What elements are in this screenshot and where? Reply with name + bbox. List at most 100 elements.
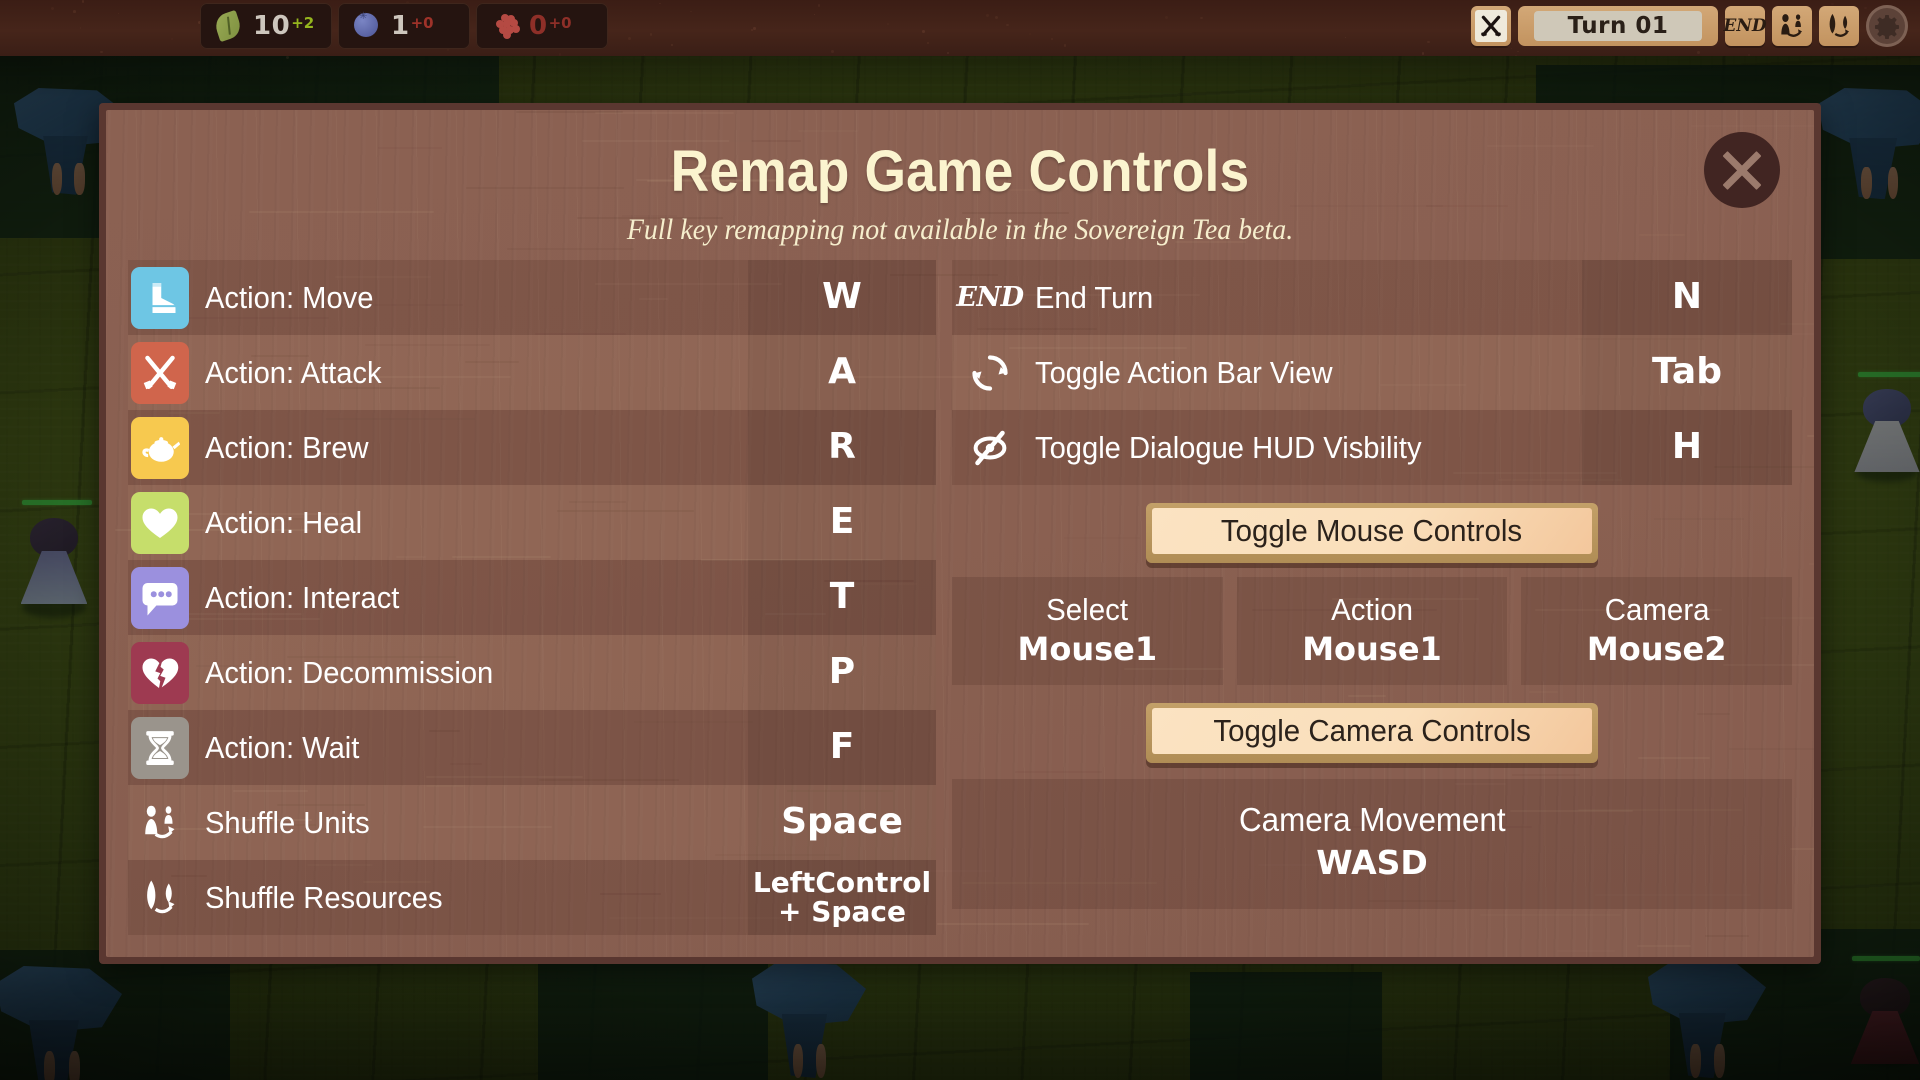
mouse-binding-label: Camera [1604,592,1710,627]
keybinding-row[interactable]: Action: Decommission P [128,635,936,710]
resource-chip[interactable]: 10+2 [200,3,332,49]
dialog-subtitle: Full key remapping not available in the … [626,213,1294,246]
gear-icon [1874,13,1900,39]
keybinding-label: End Turn [1035,279,1154,315]
page-title: Remap Game Controls [670,139,1250,204]
keybinding-label: Toggle Action Bar View [1035,354,1333,390]
toggle-mouse-controls-button[interactable]: Toggle Mouse Controls [1146,503,1598,563]
system-bindings-column: END End Turn N Toggle Action Bar View Tab T… [952,260,1793,947]
speech-bubble-icon [131,566,189,629]
hud-speckle [81,0,84,3]
boot-icon [131,266,189,329]
keybinding-key[interactable]: A [748,335,936,410]
resource-amount: 10+2 [253,11,314,41]
mouse-binding-cell[interactable]: Camera Mouse2 [1521,577,1793,685]
shuffle-resources-icon [1824,11,1854,41]
keybinding-row[interactable]: Toggle Action Bar View Tab [952,335,1792,410]
keybinding-key[interactable]: E [748,485,936,560]
keybinding-key[interactable]: N [1582,260,1792,335]
crossed-swords-icon [131,341,189,404]
keybinding-key[interactable]: Tab [1582,335,1792,410]
hud-speckle [658,2,661,5]
keybinding-row[interactable]: Shuffle Units Space [128,785,936,860]
keybinding-row[interactable]: Action: Heal E [128,485,936,560]
hud-speckle [1006,23,1009,27]
toggle-camera-controls-label: Toggle Camera Controls [1213,712,1531,748]
keybinding-key[interactable]: H [1582,410,1792,485]
keybinding-row[interactable]: Action: Move W [128,260,936,335]
keybinding-label: Action: Brew [205,429,369,465]
camera-controls-button-wrap: Toggle Camera Controls [952,702,1792,763]
toggle-mouse-controls-label: Toggle Mouse Controls [1221,513,1523,548]
keybinding-row[interactable]: Action: Brew R [128,410,936,485]
hud-speckle [1344,36,1346,38]
keybinding-key[interactable]: T [748,560,936,635]
leaf-icon [212,9,244,43]
keybinding-key[interactable]: R [748,410,936,485]
hud-speckle [171,38,173,40]
resource-value: 1 [391,11,410,41]
mouse-controls-button-wrap: Toggle Mouse Controls [952,503,1792,563]
keybinding-row[interactable]: Toggle Dialogue HUD Visbility H [952,410,1792,485]
resource-delta: +0 [410,13,434,32]
blueberry-icon [354,11,380,39]
keybinding-key[interactable]: W [748,260,936,335]
resource-chip[interactable]: 0+0 [476,3,608,49]
keybinding-row[interactable]: END End Turn N [952,260,1792,335]
camera-movement-label: Camera Movement [1238,800,1506,838]
keybinding-row[interactable]: Action: Attack A [128,335,936,410]
hud-speckle [887,23,889,26]
hud-speckle [1050,38,1054,41]
keybinding-label: Shuffle Resources [205,879,443,915]
hud-speckle [1517,50,1519,53]
hud-speckle [1421,52,1425,55]
hud-speckle [649,33,653,37]
mouse-binding-cell[interactable]: Select Mouse1 [952,577,1223,685]
remap-controls-dialog: Remap Game Controls Full key remapping n… [99,103,1821,964]
toggle-camera-controls-button[interactable]: Toggle Camera Controls [1146,702,1598,763]
keybinding-label: Action: Wait [205,729,360,765]
shuffle-units-button[interactable] [1772,6,1812,46]
close-icon[interactable] [1704,132,1780,208]
keybinding-key[interactable]: Space [748,785,936,860]
berry-cluster-icon [492,13,520,39]
eye-slash-icon [955,417,1025,479]
resource-value: 0 [529,11,548,41]
settings-button[interactable] [1866,5,1908,47]
keybinding-key[interactable]: F [748,710,936,785]
keybinding-row[interactable]: Action: Wait F [128,710,936,785]
hud-speckle [670,43,673,46]
hud-speckle [946,51,949,54]
hud-speckle [831,50,835,53]
wood-grain-streak [1691,125,1814,127]
resource-delta: +2 [291,13,315,32]
camera-movement-key: WASD [1316,843,1428,883]
end-turn-button[interactable]: END [1723,6,1767,46]
keybinding-row[interactable]: Shuffle Resources LeftControl + Space [128,860,936,935]
keybinding-key[interactable]: LeftControl + Space [748,860,936,935]
hud-speckle [1747,53,1750,57]
mouse-binding-key: Mouse2 [1586,629,1727,668]
combat-toggle-button[interactable] [1471,6,1511,46]
wood-grain-streak [1557,950,1615,952]
keybinding-label: Action: Heal [205,504,363,540]
wood-grain-streak [798,130,859,132]
resource-value: 10 [253,11,291,41]
action-bindings-list: Action: Move W Action: Attack A Action: Br… [128,260,936,947]
hud-speckle [118,13,120,15]
shuffle-resources-button[interactable] [1819,6,1859,46]
system-bindings-list: END End Turn N Toggle Action Bar View Tab T… [952,260,1792,485]
controls-columns: Action: Move W Action: Attack A Action: Br… [128,260,1793,947]
keybinding-row[interactable]: Action: Interact T [128,560,936,635]
hud-speckle [1427,40,1430,44]
mouse-binding-cell[interactable]: Action Mouse1 [1236,577,1508,685]
wood-grain-streak [1809,563,1814,565]
hud-speckle [80,27,82,29]
crossed-swords-icon [1475,10,1507,42]
dialog-panel: Remap Game Controls Full key remapping n… [106,110,1814,957]
resource-chip[interactable]: 1+0 [338,3,470,49]
camera-movement-binding: Camera Movement WASD [952,778,1792,910]
keybinding-key[interactable]: P [748,635,936,710]
teapot-icon [131,416,189,479]
wood-grain-streak [1425,205,1508,208]
